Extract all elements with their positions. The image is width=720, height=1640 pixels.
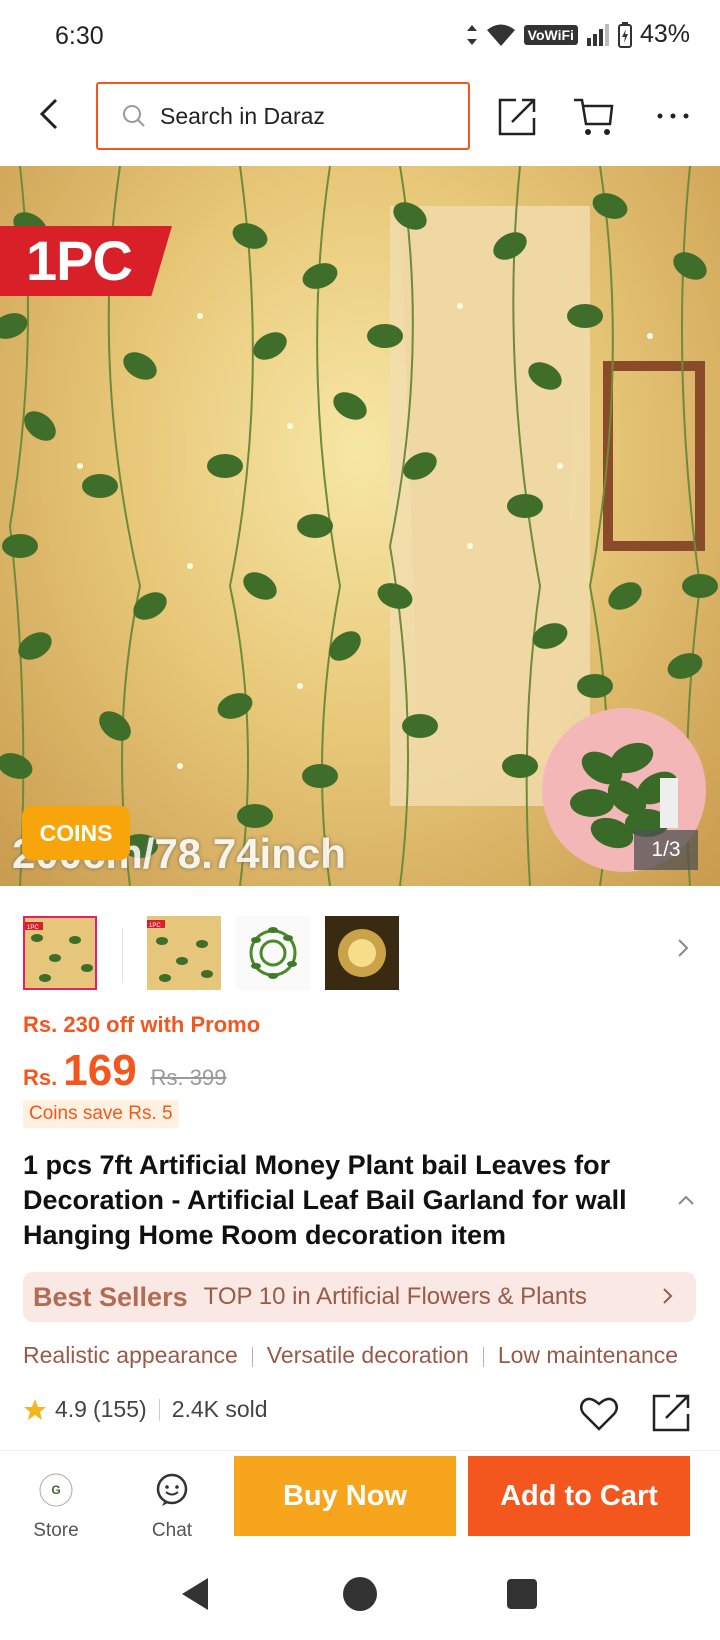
bottom-action-bar: G Store Chat Buy Now Add to Cart xyxy=(0,1452,720,1558)
rating-divider xyxy=(158,1398,160,1421)
store-button[interactable]: G Store xyxy=(16,1472,96,1542)
share-icon[interactable] xyxy=(650,1390,694,1434)
feature-tag: Low maintenance xyxy=(497,1342,679,1368)
coins-badge[interactable]: COINS xyxy=(22,806,130,860)
chat-label: Chat xyxy=(151,1520,193,1541)
status-time: 6:30 xyxy=(55,22,104,50)
price-original: Rs. 399 xyxy=(150,1065,227,1090)
price-currency: Rs. xyxy=(23,1065,58,1090)
chevron-right-icon xyxy=(663,1288,673,1304)
coins-save-badge: Coins save Rs. 5 xyxy=(23,1100,179,1128)
best-sellers-rank: TOP 10 in Artificial Flowers & Plants xyxy=(203,1283,587,1310)
image-counter: 1/3 xyxy=(634,830,698,870)
store-label: Store xyxy=(33,1520,79,1541)
share-icon[interactable] xyxy=(496,94,540,138)
divider xyxy=(0,1450,720,1451)
svg-text:G: G xyxy=(51,1483,60,1497)
add-to-cart-button[interactable]: Add to Cart xyxy=(468,1456,690,1536)
data-arrows-icon xyxy=(466,24,477,45)
product-image[interactable]: 1PC 200cm/78.74inch COINS 1/3 xyxy=(0,166,720,886)
thumbnail-2[interactable]: 1PC xyxy=(147,916,221,990)
signal-icon xyxy=(586,23,609,46)
wifi-icon xyxy=(486,24,515,46)
status-icons: VoWiFi 43% xyxy=(466,20,690,49)
search-icon xyxy=(123,105,145,127)
thumbnail-3[interactable] xyxy=(236,916,310,990)
system-nav-bar xyxy=(0,1558,720,1640)
star-icon xyxy=(24,1398,46,1420)
feature-divider xyxy=(482,1346,484,1367)
nav-recents-icon[interactable] xyxy=(506,1578,538,1610)
feature-tag: Realistic appearance xyxy=(23,1342,238,1368)
rating-score: 4.9 xyxy=(55,1396,87,1422)
buy-now-button[interactable]: Buy Now xyxy=(234,1456,456,1536)
collapse-title-chevron-icon[interactable] xyxy=(676,1190,696,1210)
product-title: 1 pcs 7ft Artificial Money Plant bail Le… xyxy=(23,1150,627,1250)
search-placeholder: Search in Daraz xyxy=(160,102,325,129)
rating-count: (155) xyxy=(92,1396,147,1422)
more-icon[interactable] xyxy=(652,94,696,138)
status-bar: 6:30 VoWiFi 43% xyxy=(0,0,720,72)
sold-count: 2.4K sold xyxy=(171,1396,268,1422)
nav-home-icon[interactable] xyxy=(342,1576,378,1612)
thumbnail-divider xyxy=(122,928,123,982)
best-sellers-logo: Best Sellers xyxy=(33,1281,188,1312)
feature-tags: Realistic appearance Versatile decoration… xyxy=(23,1342,720,1376)
promo-text: Rs. 230 off with Promo xyxy=(23,1012,261,1037)
best-sellers-banner[interactable]: Best Sellers TOP 10 in Artificial Flower… xyxy=(23,1272,696,1322)
search-box[interactable]: Search in Daraz xyxy=(96,82,470,150)
battery-icon xyxy=(617,21,632,48)
top-header: Search in Daraz xyxy=(0,80,720,152)
wishlist-heart-icon[interactable] xyxy=(578,1392,620,1434)
vowifi-badge: VoWiFi xyxy=(523,24,578,45)
battery-percent: 43% xyxy=(639,20,690,48)
back-icon[interactable] xyxy=(30,94,70,134)
1pc-badge: 1PC xyxy=(0,226,172,296)
price-current: 169 xyxy=(63,1046,137,1095)
thumbnail-1[interactable]: 1PC xyxy=(23,916,97,990)
thumbnail-strip: 1PC 1PC xyxy=(0,908,720,990)
nav-back-icon[interactable] xyxy=(178,1576,212,1612)
chat-button[interactable]: Chat xyxy=(132,1472,212,1542)
store-logo-icon: G xyxy=(39,1473,73,1507)
thumbnail-4[interactable] xyxy=(325,916,399,990)
feature-tag: Versatile decoration xyxy=(266,1342,469,1368)
chat-icon xyxy=(156,1473,188,1506)
thumbnail-next-chevron-icon[interactable] xyxy=(676,938,690,958)
rating-row[interactable]: 4.9 (155) 2.4K sold xyxy=(23,1396,268,1423)
thumb-1pc-badge: 1PC xyxy=(27,925,39,931)
cart-icon[interactable] xyxy=(572,94,616,138)
thumb-1pc-badge: 1PC xyxy=(149,923,161,929)
price-row: Rs. 169 Rs. 399 xyxy=(23,1046,227,1096)
feature-divider xyxy=(251,1346,253,1367)
